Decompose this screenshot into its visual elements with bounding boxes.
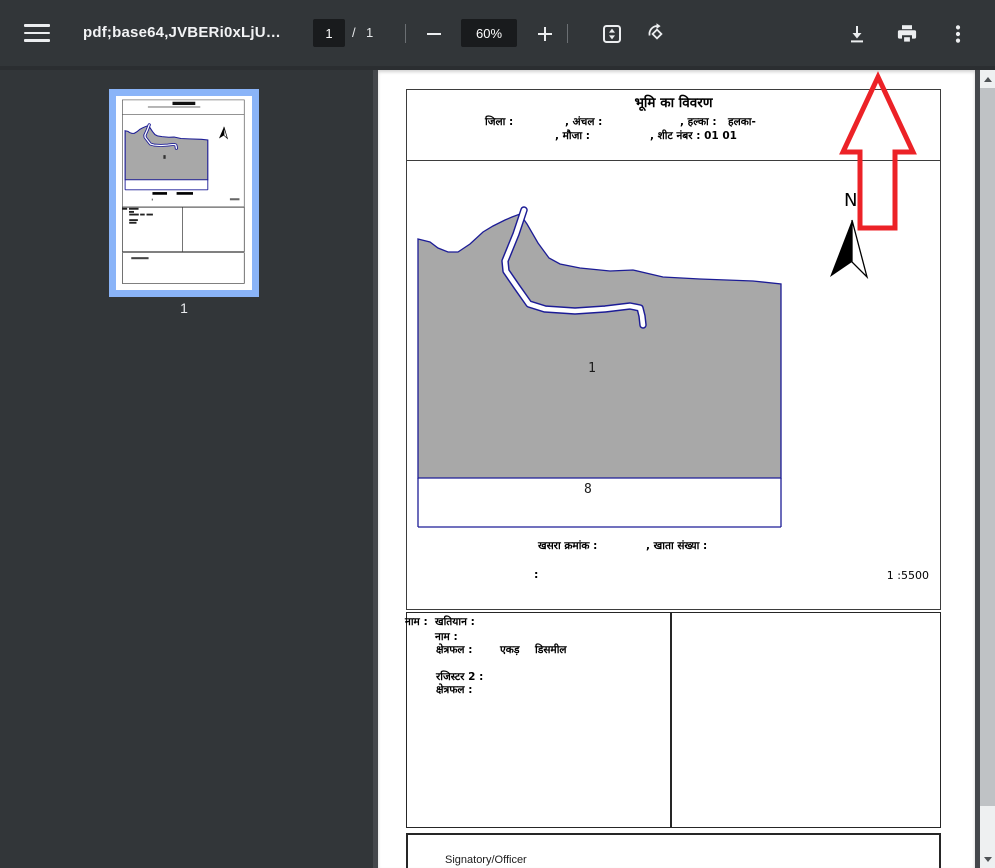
hamburger-icon [24,39,50,42]
thumbnail-page-preview [116,96,252,290]
menu-button[interactable] [24,20,54,46]
document-title: pdf;base64,JVBERi0xLjU… [83,0,281,66]
parcel-1-label: 1 [588,361,596,376]
signatory-label: Signatory/Officer [445,854,527,866]
scrollbar-thumb[interactable] [980,88,995,806]
doc-title: भूमि का विवरण [406,93,941,111]
pdf-viewport: N भूमि का विवरण जिला : , अंचल : , हल्का … [373,70,980,868]
vertical-scrollbar[interactable] [980,70,995,868]
download-button[interactable] [843,21,871,47]
minus-icon [422,22,446,46]
rotate-button[interactable] [643,21,671,47]
acre-label: एकड़ [500,643,520,657]
fit-to-page-button[interactable] [598,21,626,47]
arrow-down-icon [984,857,992,862]
page-slash: / [352,0,356,66]
khata-label: , खाता संख्या : [646,539,707,553]
anchal-label: , अंचल : [565,115,602,129]
scroll-down-button[interactable] [980,850,995,868]
info-table-border [406,612,941,828]
sheet-number-label: , शीट नंबर : 01 01 [650,129,737,143]
mauja-label: , मौजा : [555,129,590,143]
zoom-out-button[interactable] [420,21,448,47]
district-label: जिला : [485,115,513,129]
toolbar-shadow [0,66,995,70]
toolbar-divider [405,24,406,43]
thumbnail-sidebar: 1 [0,70,373,868]
header-divider-line [406,160,941,161]
name-label: नाम : [435,630,458,644]
zoom-level-display[interactable]: 60% [461,19,517,47]
print-icon [895,22,919,46]
toolbar-divider [567,24,568,43]
area-label: क्षेत्रफल : [436,643,472,657]
fit-page-icon [600,22,624,46]
arrow-up-icon [984,77,992,82]
kebab-menu-icon [946,22,970,46]
more-options-button[interactable] [944,21,972,47]
map-table-border [406,89,941,610]
parcel-8-label: 8 [584,482,592,497]
colon-mark: : [534,568,538,581]
halka-label: , हल्का : [680,115,717,129]
download-icon [845,22,869,46]
zoom-in-button[interactable] [531,21,559,47]
area2-label: क्षेत्रफल : [436,683,472,697]
hamburger-icon [24,24,50,27]
scroll-up-button[interactable] [980,70,995,88]
pdf-page: N भूमि का विवरण जिला : , अंचल : , हल्का … [378,70,975,868]
halka-value: हलका- [728,115,756,129]
hamburger-icon [24,32,50,35]
plus-icon [533,22,557,46]
thumbnail-page-number: 1 [109,300,259,316]
decimal-label: डिसमील [535,643,567,657]
khasra-label: खसरा क्रमांक : [538,539,597,553]
toolbar: pdf;base64,JVBERi0xLjU… / 1 60% [0,0,995,66]
page-total: 1 [366,0,373,66]
pdf-viewer: pdf;base64,JVBERi0xLjU… / 1 60% [0,0,995,868]
info-table-divider [670,612,672,828]
khatiyan-label: खतियान : [435,615,475,629]
name-outer-label: नाम : [405,615,428,629]
page-thumbnail[interactable] [109,89,259,297]
page-number-input[interactable] [313,19,345,47]
rotate-icon [645,22,669,46]
map-scale: 1 :5500 [873,569,929,582]
register2-label: रजिस्टर 2 : [436,670,483,684]
print-button[interactable] [893,21,921,47]
